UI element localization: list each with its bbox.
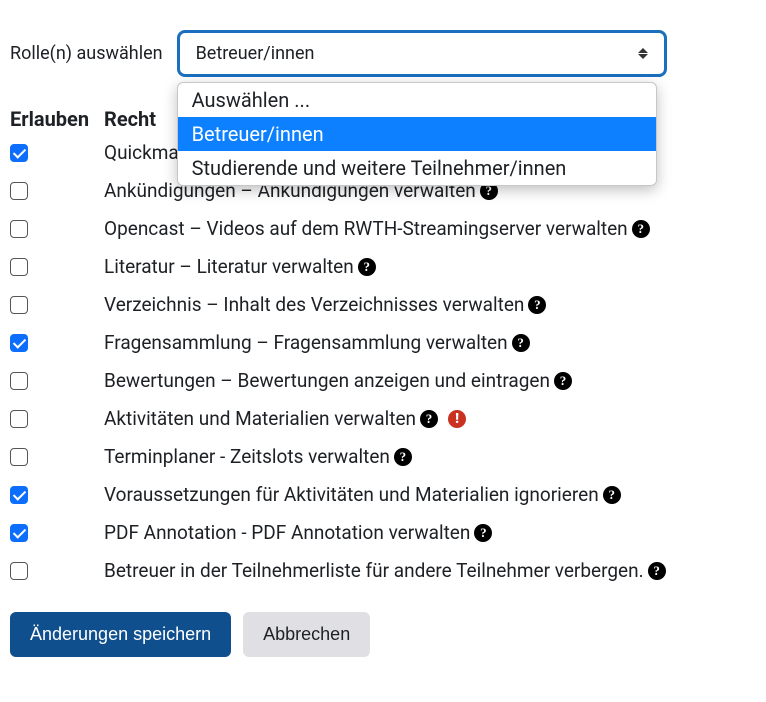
permission-checkbox[interactable] (10, 296, 28, 314)
permission-checkbox[interactable] (10, 524, 28, 542)
permission-label: Opencast – Videos auf dem RWTH-Streaming… (104, 217, 756, 240)
permission-checkbox[interactable] (10, 372, 28, 390)
permission-row: Voraussetzungen für Aktivitäten und Mate… (10, 483, 756, 506)
permission-checkbox[interactable] (10, 562, 28, 580)
permission-row: Literatur – Literatur verwalten? (10, 255, 756, 278)
permission-label: Betreuer in der Teilnehmerliste für ande… (104, 559, 756, 582)
permission-label: Terminplaner - Zeitslots verwalten? (104, 445, 756, 468)
permission-row: PDF Annotation - PDF Annotation verwalte… (10, 521, 756, 544)
permission-row: Aktivitäten und Materialien verwalten?! (10, 407, 756, 430)
permission-label: Voraussetzungen für Aktivitäten und Mate… (104, 483, 756, 506)
permission-label: Verzeichnis – Inhalt des Verzeichnisses … (104, 293, 756, 316)
save-button[interactable]: Änderungen speichern (10, 612, 231, 657)
permission-checkbox[interactable] (10, 448, 28, 466)
permission-checkbox[interactable] (10, 258, 28, 276)
updown-icon (638, 48, 648, 59)
permission-label: PDF Annotation - PDF Annotation verwalte… (104, 521, 756, 544)
role-option[interactable]: Auswählen ... (178, 83, 656, 117)
permission-label: Literatur – Literatur verwalten? (104, 255, 756, 278)
role-option[interactable]: Studierende und weitere Teilnehmer/innen (178, 151, 656, 185)
help-icon[interactable]: ? (474, 524, 492, 542)
help-icon[interactable]: ? (603, 486, 621, 504)
help-icon[interactable]: ? (528, 296, 546, 314)
role-select[interactable]: Betreuer/innen (177, 30, 667, 77)
permission-label: Aktivitäten und Materialien verwalten?! (104, 407, 756, 430)
role-select-value: Betreuer/innen (196, 43, 315, 64)
role-dropdown: Auswählen ...Betreuer/innenStudierende u… (177, 82, 657, 186)
role-select-label: Rolle(n) auswählen (10, 43, 163, 64)
permission-row: Opencast – Videos auf dem RWTH-Streaming… (10, 217, 756, 240)
help-icon[interactable]: ? (512, 334, 530, 352)
permission-checkbox[interactable] (10, 486, 28, 504)
permission-label: Bewertungen – Bewertungen anzeigen und e… (104, 369, 756, 392)
permission-checkbox[interactable] (10, 220, 28, 238)
help-icon[interactable]: ? (358, 258, 376, 276)
role-select-wrapper: Betreuer/innen Auswählen ...Betreuer/inn… (177, 30, 667, 77)
help-icon[interactable]: ? (632, 220, 650, 238)
permission-row: Fragensammlung – Fragensammlung verwalte… (10, 331, 756, 354)
help-icon[interactable]: ? (394, 448, 412, 466)
help-icon[interactable]: ? (420, 410, 438, 428)
permission-row: Bewertungen – Bewertungen anzeigen und e… (10, 369, 756, 392)
cancel-button[interactable]: Abbrechen (243, 612, 370, 657)
role-option[interactable]: Betreuer/innen (178, 117, 656, 151)
permission-checkbox[interactable] (10, 182, 28, 200)
header-allow: Erlauben (10, 107, 104, 131)
permission-row: Betreuer in der Teilnehmerliste für ande… (10, 559, 756, 582)
risk-icon: ! (448, 410, 466, 428)
permission-checkbox[interactable] (10, 410, 28, 428)
help-icon[interactable]: ? (648, 562, 666, 580)
permission-label: Fragensammlung – Fragensammlung verwalte… (104, 331, 756, 354)
help-icon[interactable]: ? (554, 372, 572, 390)
permission-row: Terminplaner - Zeitslots verwalten? (10, 445, 756, 468)
permission-checkbox[interactable] (10, 334, 28, 352)
permission-checkbox[interactable] (10, 144, 28, 162)
permission-row: Verzeichnis – Inhalt des Verzeichnisses … (10, 293, 756, 316)
